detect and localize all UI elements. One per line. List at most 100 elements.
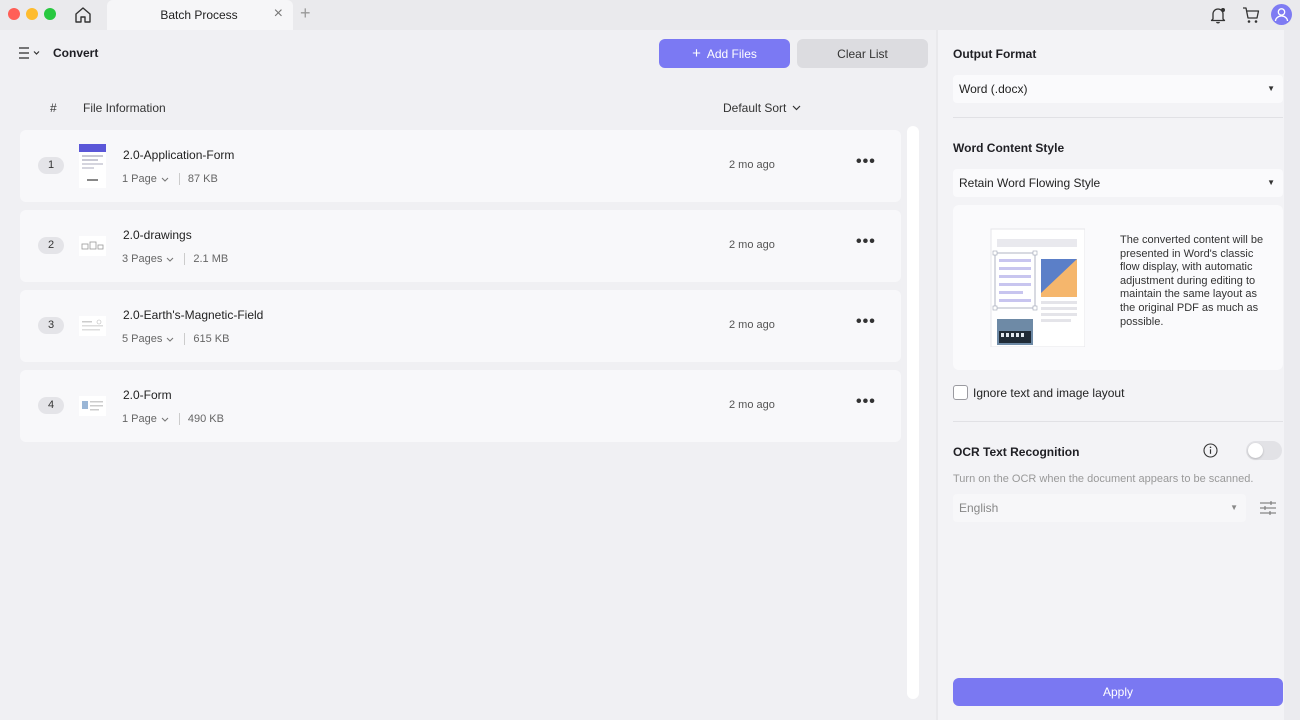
ignore-layout-checkbox[interactable] (953, 385, 968, 400)
chevron-down-icon (792, 105, 801, 111)
chevron-down-icon (161, 177, 169, 182)
page-count: 3 Pages (122, 253, 163, 265)
apply-label: Apply (1102, 685, 1134, 699)
file-size: 490 KB (187, 413, 224, 425)
file-size: 2.1 MB (193, 253, 229, 265)
file-list-scrollbar[interactable] (907, 126, 919, 699)
file-size: 615 KB (193, 333, 230, 345)
file-row[interactable]: 1 2.0-Application-Form 1 Page 87 KB 2 mo… (20, 130, 901, 202)
file-list-panel: Convert + Add Files Clear List # File In… (0, 30, 936, 720)
more-options-icon[interactable]: ••• (856, 314, 875, 334)
chevron-down-icon (161, 417, 169, 422)
content-style-value: Retain Word Flowing Style (959, 176, 1101, 190)
add-files-button[interactable]: + Add Files (659, 39, 790, 68)
add-files-label: Add Files (706, 46, 757, 61)
ignore-layout-label: Ignore text and image layout (973, 386, 1125, 400)
settings-sliders-icon[interactable] (1259, 499, 1277, 517)
plus-icon: + (692, 45, 701, 62)
divider (184, 253, 186, 265)
output-format-select[interactable]: Word (.docx) ▼ (953, 75, 1283, 103)
divider (953, 421, 1283, 422)
page-title: Convert (53, 46, 99, 60)
document-preview-illustration (990, 228, 1085, 347)
page-count-dropdown[interactable]: 1 Page (122, 173, 169, 185)
file-row[interactable]: 3 2.0-Earth's-Magnetic-Field 5 Pages 615… (20, 290, 901, 362)
row-number: 3 (38, 317, 64, 334)
divider (178, 173, 180, 185)
file-name: 2.0-drawings (123, 228, 192, 242)
column-file-information: File Information (83, 101, 166, 115)
page-count-dropdown[interactable]: 5 Pages (122, 333, 174, 345)
ocr-language-value: English (959, 501, 999, 515)
tab-batch-process[interactable]: Batch Process × (107, 0, 293, 30)
file-thumbnail-icon (79, 144, 106, 188)
content-style-select[interactable]: Retain Word Flowing Style ▼ (953, 169, 1283, 197)
file-meta: 1 Page 87 KB (122, 173, 218, 185)
file-name: 2.0-Earth's-Magnetic-Field (123, 308, 264, 322)
more-options-icon[interactable]: ••• (856, 154, 875, 174)
row-number: 1 (38, 157, 64, 174)
file-size: 87 KB (187, 173, 218, 185)
ocr-language-select[interactable]: English ▼ (953, 494, 1246, 522)
tab-label: Batch Process (160, 8, 238, 22)
file-thumbnail-icon (79, 396, 106, 416)
sort-dropdown[interactable]: Default Sort (723, 101, 801, 115)
settings-panel: Output Format Word (.docx) ▼ Word Conten… (938, 30, 1300, 720)
row-number: 2 (38, 237, 64, 254)
column-number: # (50, 101, 57, 115)
sort-label: Default Sort (723, 101, 787, 115)
notification-bell-icon[interactable] (1208, 5, 1228, 25)
cart-icon[interactable] (1241, 5, 1261, 25)
file-date: 2 mo ago (729, 399, 775, 411)
toggle-knob (1248, 443, 1263, 458)
divider (953, 117, 1283, 118)
page-count: 5 Pages (122, 333, 163, 345)
page-count: 1 Page (122, 173, 157, 185)
maximize-window-button[interactable] (44, 8, 56, 20)
settings-scrollbar[interactable] (1284, 30, 1300, 720)
file-row[interactable]: 4 2.0-Form 1 Page 490 KB 2 mo ago ••• (20, 370, 901, 442)
file-date: 2 mo ago (729, 239, 775, 251)
ocr-hint: Turn on the OCR when the document appear… (953, 473, 1254, 485)
file-thumbnail-icon (79, 236, 106, 256)
user-avatar[interactable] (1271, 4, 1292, 25)
file-meta: 3 Pages 2.1 MB (122, 253, 228, 265)
page-count: 1 Page (122, 413, 157, 425)
minimize-window-button[interactable] (26, 8, 38, 20)
menu-icon[interactable] (18, 46, 42, 60)
chevron-down-icon (166, 337, 174, 342)
more-options-icon[interactable]: ••• (856, 394, 875, 414)
row-number: 4 (38, 397, 64, 414)
new-tab-icon[interactable]: + (300, 4, 311, 22)
tab-close-icon[interactable]: × (274, 6, 283, 22)
close-window-button[interactable] (8, 8, 20, 20)
file-thumbnail-icon (79, 316, 106, 336)
home-icon[interactable] (73, 5, 93, 25)
chevron-down-icon (166, 257, 174, 262)
file-row[interactable]: 2 2.0-drawings 3 Pages 2.1 MB 2 mo ago •… (20, 210, 901, 282)
file-name: 2.0-Application-Form (123, 148, 235, 162)
more-options-icon[interactable]: ••• (856, 234, 875, 254)
user-icon (1274, 8, 1289, 22)
caret-down-icon: ▼ (1267, 84, 1275, 93)
settings-content: Output Format Word (.docx) ▼ Word Conten… (938, 30, 1284, 720)
content-style-description: The converted content will be presented … (1120, 234, 1264, 328)
caret-down-icon: ▼ (1267, 178, 1275, 187)
output-format-title: Output Format (953, 47, 1037, 61)
content-style-preview: The converted content will be presented … (953, 205, 1283, 370)
clear-list-button[interactable]: Clear List (797, 39, 928, 68)
caret-down-icon: ▼ (1230, 503, 1238, 512)
page-count-dropdown[interactable]: 1 Page (122, 413, 169, 425)
file-date: 2 mo ago (729, 319, 775, 331)
apply-button[interactable]: Apply (953, 678, 1283, 706)
page-count-dropdown[interactable]: 3 Pages (122, 253, 174, 265)
file-meta: 1 Page 490 KB (122, 413, 224, 425)
clear-list-label: Clear List (837, 46, 888, 61)
title-bar: Batch Process × + (0, 0, 1300, 30)
file-meta: 5 Pages 615 KB (122, 333, 229, 345)
file-name: 2.0-Form (123, 388, 172, 402)
file-date: 2 mo ago (729, 159, 775, 171)
ocr-title: OCR Text Recognition (953, 445, 1080, 459)
info-icon[interactable] (1203, 443, 1218, 458)
ocr-toggle[interactable] (1246, 441, 1282, 460)
